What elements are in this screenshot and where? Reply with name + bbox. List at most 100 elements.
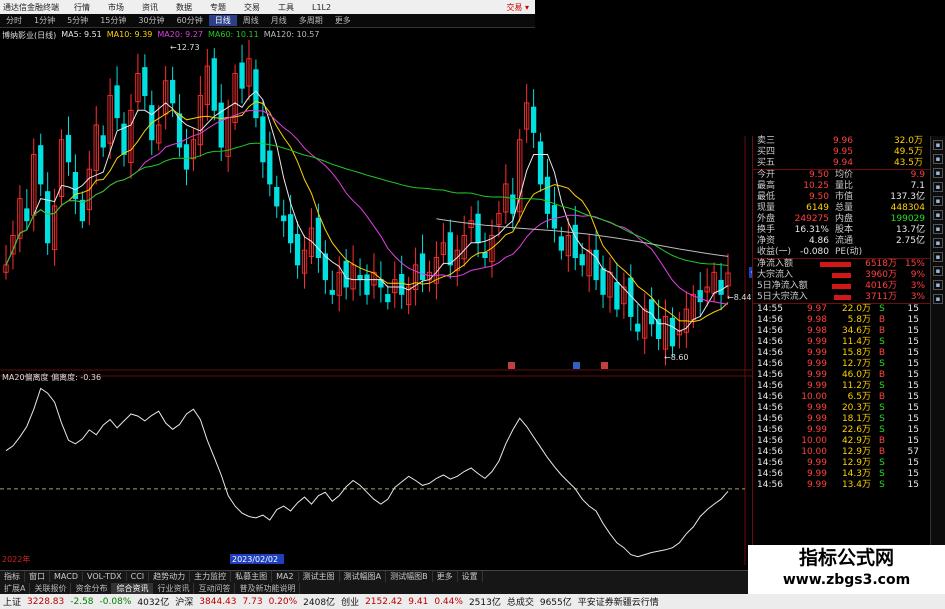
info-tab-6[interactable]: 普及新功能说明 [235, 582, 301, 594]
tick-price: 10.00 [801, 447, 827, 457]
side-button-3[interactable]: ▪ [933, 168, 943, 178]
tick-side: S [879, 469, 885, 479]
side-button-9[interactable]: ▪ [933, 252, 943, 262]
money-flow-value: 6518万 [865, 259, 897, 269]
sh-index-label[interactable]: 上证 [0, 595, 24, 608]
candle-body [100, 135, 106, 148]
period-2[interactable]: 5分钟 [61, 15, 94, 26]
tick-side: B [878, 370, 886, 380]
side-button-5[interactable]: ▪ [933, 196, 943, 206]
stat-label: 最高 [757, 181, 776, 191]
cy-index-label[interactable]: 创业 [338, 595, 362, 608]
period-7[interactable]: 周线 [237, 15, 265, 26]
stat-value: 2.75亿 [895, 236, 925, 246]
menu-item-trade[interactable]: 交易 [235, 2, 269, 13]
tick-count: 15 [907, 381, 919, 391]
side-button-2[interactable]: ▪ [933, 154, 943, 164]
side-button-8[interactable]: ▪ [933, 238, 943, 248]
indicator-tab-8[interactable]: MA2 [272, 572, 299, 581]
tick-count: 15 [907, 403, 919, 413]
tick-price: 9.99 [806, 458, 827, 468]
tick-volume: 5.8万 [847, 315, 871, 325]
side-button-10[interactable]: ▪ [933, 266, 943, 276]
indicator-tab-5[interactable]: 趋势动力 [149, 571, 191, 582]
menu-item-news[interactable]: 资讯 [133, 2, 167, 13]
period-6[interactable]: 日线 [208, 15, 237, 26]
side-button-12[interactable]: ▪ [933, 294, 943, 304]
menu-item-market[interactable]: 市场 [99, 2, 133, 13]
indicator-tab-1[interactable]: 窗口 [25, 571, 50, 582]
stat-label: PE(动) [835, 247, 863, 257]
period-10[interactable]: 更多 [329, 15, 357, 26]
candle-body [183, 144, 190, 170]
info-tab-2[interactable]: 资金分布 [71, 582, 113, 594]
stat-value: 16.31% [794, 225, 829, 235]
tick-volume: 13.4万 [841, 480, 871, 490]
cy-index-pct: 0.44% [434, 596, 463, 607]
candle-body [385, 294, 391, 303]
stat-label: 外盘 [757, 214, 776, 224]
kline-chart[interactable]: 11.2511.0010.7510.5010.2510.009.759.509.… [0, 28, 752, 565]
tick-price: 9.99 [806, 414, 827, 424]
period-1[interactable]: 1分钟 [28, 15, 61, 26]
side-button-11[interactable]: ▪ [933, 280, 943, 290]
money-flow-pct: 3% [910, 281, 925, 291]
period-0[interactable]: 分时 [0, 15, 28, 26]
ma-legend-item-4: MA120: 10.57 [263, 30, 320, 39]
indicator-tab-6[interactable]: 主力监控 [190, 571, 232, 582]
period-8[interactable]: 月线 [265, 15, 293, 26]
stat-label: 净资 [757, 236, 776, 246]
indicator-tab-3[interactable]: VOL-TDX [83, 572, 127, 581]
indicator-tab-12[interactable]: 更多 [433, 571, 458, 582]
indicator-tab-10[interactable]: 测试幅图A [340, 571, 387, 582]
tick-count: 15 [907, 315, 919, 325]
menu-item-quote[interactable]: 行情 [65, 2, 99, 13]
indicator-tab-2[interactable]: MACD [50, 572, 83, 581]
indicator-tab-7[interactable]: 私募主图 [231, 571, 273, 582]
indicator-tab-4[interactable]: CCI [127, 572, 150, 581]
tick-side: B [878, 392, 886, 402]
menu-item-tools[interactable]: 工具 [269, 2, 303, 13]
tick-row: 14:56 9.99 20.3万 S 15 [753, 403, 930, 414]
info-tab-5[interactable]: 互动问答 [194, 582, 236, 594]
tick-price: 9.99 [806, 469, 827, 479]
side-button-4[interactable]: ▪ [933, 182, 943, 192]
period-9[interactable]: 多周期 [293, 15, 329, 26]
side-button-7[interactable]: ▪ [933, 224, 943, 234]
indicator-tab-11[interactable]: 测试幅图B [386, 571, 433, 582]
period-5[interactable]: 60分钟 [171, 15, 209, 26]
tick-list: 14:55 9.97 22.0万 S 15 14:56 9.98 5.8万 B 15 14:56 9.… [753, 304, 930, 491]
indicator-tab-9[interactable]: 测试主图 [299, 571, 340, 582]
candle-body [399, 273, 405, 295]
cy-index-change: 9.41 [408, 596, 429, 607]
menu-item-data[interactable]: 数据 [167, 2, 201, 13]
tick-volume: 12.9万 [841, 447, 871, 457]
info-tab-4[interactable]: 行业资讯 [153, 582, 195, 594]
side-button-6[interactable]: ▪ [933, 210, 943, 220]
info-tab-1[interactable]: 关联报价 [30, 582, 72, 594]
sz-index-label[interactable]: 沪深 [172, 595, 196, 608]
period-4[interactable]: 30分钟 [132, 15, 170, 26]
sz-index-pct: 0.20% [268, 596, 298, 607]
quote-panel: 卖三 9.96 32.0万 买四 9.95 49.5万 买五 9.94 43.5万 今开 9.50 均… [752, 136, 930, 564]
money-flow-row: 5日净流入额 4016万 3% [753, 281, 930, 292]
info-tab-3[interactable]: 综合资讯 [112, 582, 154, 594]
tick-side: S [879, 403, 885, 413]
tick-row: 14:56 9.99 11.4万 S 15 [753, 337, 930, 348]
period-3[interactable]: 15分钟 [94, 15, 132, 26]
menu-item-topic[interactable]: 专题 [201, 2, 235, 13]
candle-body [614, 282, 620, 310]
indicator-tab-0[interactable]: 指标 [0, 571, 25, 582]
trade-link[interactable]: 交易 ▾ [506, 2, 535, 13]
stat-value: 448304 [890, 203, 925, 213]
indicator-tab-13[interactable]: 设置 [458, 571, 483, 582]
candle-body [24, 208, 30, 222]
tick-volume: 22.0万 [841, 304, 871, 314]
tick-price: 9.99 [806, 370, 827, 380]
info-tab-0[interactable]: 扩展A [0, 582, 31, 594]
menu-item-l1l2[interactable]: L1L2 [303, 3, 340, 12]
candle-body [544, 176, 551, 214]
ma-legend-item-2: MA20: 9.27 [157, 30, 203, 39]
side-button-1[interactable]: ▪ [933, 140, 943, 150]
stat-value: 9.50 [808, 170, 829, 180]
